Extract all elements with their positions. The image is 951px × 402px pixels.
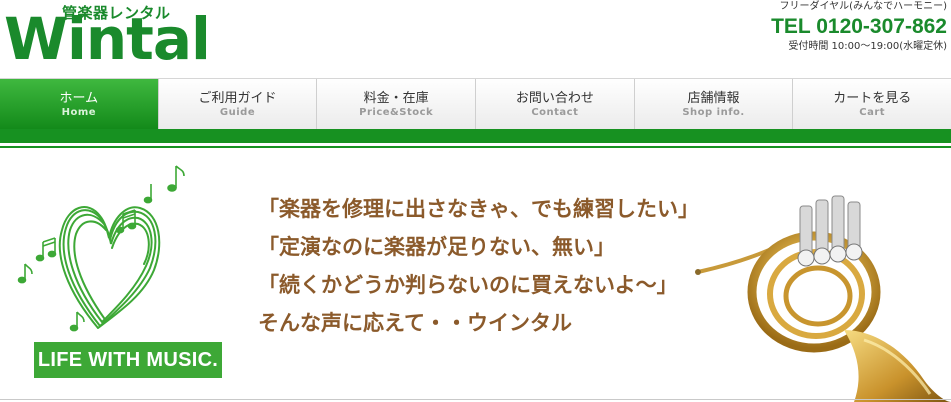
quote-line-1: 「楽器を修理に出さなきゃ、でも練習したい」: [258, 196, 699, 221]
nav-shop-info-sub: Shop info.: [682, 107, 745, 118]
quote-line-2: 「定演なのに楽器が足りない、無い」: [258, 234, 615, 259]
nav-guide-sub: Guide: [219, 107, 256, 118]
hero-banner: LIFE WITH MUSIC. 「楽器を修理に出さなきゃ、でも練習したい」 「…: [0, 148, 951, 402]
nav-home[interactable]: ホーム Home: [0, 79, 159, 129]
nav-contact[interactable]: お問い合わせ Contact: [476, 79, 635, 129]
heart-scribble-icon: [17, 165, 185, 332]
nav-contact-sub: Contact: [531, 107, 579, 118]
nav-price-stock-label: 料金・在庫: [363, 91, 429, 106]
french-horn-image: [695, 195, 951, 402]
global-nav: ホーム Home ご利用ガイド Guide 料金・在庫 Price&Stock …: [0, 78, 951, 129]
phone-number[interactable]: TEL 0120-307-862: [771, 14, 947, 40]
site-logo[interactable]: 管楽器レンタル Wintal: [2, 2, 211, 72]
free-dial-label: フリーダイヤル(みんなでハーモニー): [779, 1, 947, 12]
nav-cart-label: カートを見る: [833, 91, 912, 106]
business-hours: 受付時間 10:00〜19:00(水曜定休): [788, 41, 947, 52]
music-note-icon: [167, 184, 177, 192]
hero-quotes: 「楽器を修理に出さなきゃ、でも練習したい」 「定演なのに楽器が足りない、無い」 …: [258, 190, 699, 342]
nav-guide[interactable]: ご利用ガイド Guide: [158, 79, 318, 129]
contact-info: フリーダイヤル(みんなでハーモニー) TEL 0120-307-862 受付時間…: [771, 0, 947, 54]
nav-price-stock-sub: Price&Stock: [359, 107, 434, 118]
nav-price-stock[interactable]: 料金・在庫 Price&Stock: [317, 79, 477, 129]
life-with-music-badge: LIFE WITH MUSIC.: [34, 342, 222, 378]
nav-cart-sub: Cart: [859, 107, 886, 118]
hero-bottom-divider: [0, 399, 951, 400]
nav-shop-info[interactable]: 店舗情報 Shop info.: [634, 79, 794, 129]
nav-guide-label: ご利用ガイド: [198, 91, 277, 106]
nav-underline-bar: [0, 129, 951, 143]
nav-home-label: ホーム: [59, 91, 99, 106]
quote-line-3: 「続くかどうか判らないのに買えないよ〜」: [258, 272, 678, 297]
site-header: 管楽器レンタル Wintal フリーダイヤル(みんなでハーモニー) TEL 01…: [0, 0, 951, 78]
nav-contact-label: お問い合わせ: [515, 91, 594, 106]
quote-line-4: そんな声に応えて・・ウインタル: [258, 310, 572, 335]
nav-home-sub: Home: [61, 107, 97, 118]
logo-wordmark: Wintal: [4, 5, 211, 73]
nav-cart[interactable]: カートを見る Cart: [793, 79, 951, 129]
nav-shop-info-label: 店舗情報: [687, 91, 740, 106]
